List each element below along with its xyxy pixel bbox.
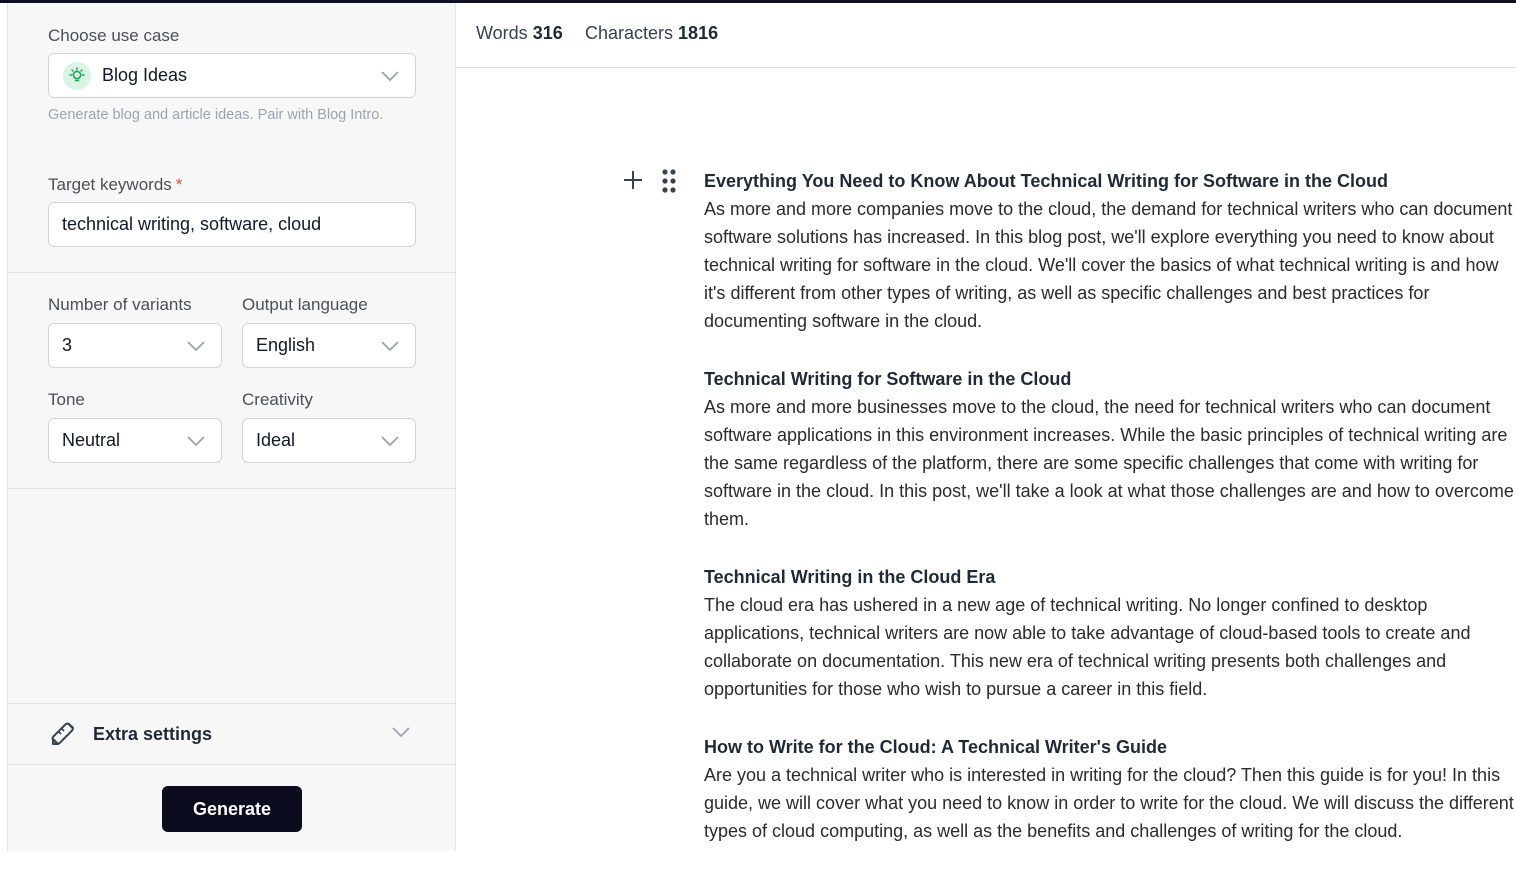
keywords-input[interactable]: technical writing, software, cloud (48, 202, 416, 247)
chevron-down-icon (187, 435, 205, 447)
output-settings-section: Number of variants 3 Output language Eng… (8, 273, 456, 489)
keywords-label-text: Target keywords (48, 175, 172, 194)
language-select[interactable]: English (242, 323, 416, 368)
content-block[interactable]: Technical Writing in the Cloud Era The c… (704, 563, 1516, 703)
content-block[interactable]: Technical Writing for Software in the Cl… (704, 365, 1516, 533)
stats-bar: Words 316 Characters 1816 (456, 3, 1516, 68)
editor-panel: Words 316 Characters 1816 Everything You… (456, 3, 1516, 851)
generated-content[interactable]: Everything You Need to Know About Techni… (704, 167, 1516, 875)
chevron-down-icon (381, 435, 399, 447)
block-body: As more and more businesses move to the … (704, 397, 1514, 529)
word-count-value: 316 (532, 23, 563, 43)
variants-label: Number of variants (48, 295, 192, 314)
variants-value: 3 (62, 335, 73, 355)
generate-button[interactable]: Generate (162, 786, 302, 832)
block-title: Technical Writing in the Cloud Era (704, 567, 996, 587)
creativity-label: Creativity (242, 390, 313, 409)
variants-select[interactable]: 3 (48, 323, 222, 368)
chevron-down-icon (381, 340, 399, 352)
block-title: Technical Writing for Software in the Cl… (704, 369, 1072, 389)
content-block[interactable]: How to Write for the Cloud: A Technical … (704, 733, 1516, 845)
block-title: Everything You Need to Know About Techni… (704, 171, 1389, 191)
block-body: The cloud era has ushered in a new age o… (704, 595, 1471, 699)
left-edge (0, 3, 7, 851)
language-value: English (256, 335, 316, 355)
chevron-down-icon (381, 70, 399, 82)
word-count-label: Words (476, 23, 528, 43)
keywords-value: technical writing, software, cloud (62, 214, 322, 234)
tone-select[interactable]: Neutral (48, 418, 222, 463)
language-label: Output language (242, 295, 368, 314)
plus-icon[interactable] (621, 168, 645, 192)
extra-settings-toggle[interactable]: Extra settings (8, 703, 456, 765)
character-count-label: Characters (585, 23, 674, 43)
chevron-down-icon (392, 725, 410, 743)
block-title: How to Write for the Cloud: A Technical … (704, 737, 1167, 757)
use-case-hint: Generate blog and article ideas. Pair wi… (48, 107, 384, 123)
use-case-value: Blog Ideas (102, 65, 188, 85)
required-marker: * (175, 175, 183, 194)
tools-icon (49, 720, 77, 748)
tone-label: Tone (48, 390, 85, 409)
extra-settings-label: Extra settings (93, 723, 213, 744)
use-case-section: Choose use case Blog Ideas Generate blog… (8, 3, 456, 273)
content-block[interactable]: Everything You Need to Know About Techni… (704, 167, 1516, 335)
use-case-select[interactable]: Blog Ideas (48, 53, 416, 98)
lightbulb-icon (63, 61, 91, 90)
character-count: Characters 1816 (585, 23, 718, 44)
creativity-select[interactable]: Ideal (242, 418, 416, 463)
settings-sidebar: Choose use case Blog Ideas Generate blog… (7, 3, 456, 851)
character-count-value: 1816 (678, 23, 719, 43)
block-body: As more and more companies move to the c… (704, 199, 1513, 331)
drag-handle-icon[interactable] (660, 167, 678, 195)
keywords-label: Target keywords * (48, 175, 182, 195)
word-count: Words 316 (476, 23, 563, 44)
use-case-label: Choose use case (48, 26, 180, 45)
block-body: Are you a technical writer who is intere… (704, 765, 1514, 841)
creativity-value: Ideal (256, 430, 296, 450)
chevron-down-icon (187, 340, 205, 352)
tone-value: Neutral (62, 430, 121, 450)
